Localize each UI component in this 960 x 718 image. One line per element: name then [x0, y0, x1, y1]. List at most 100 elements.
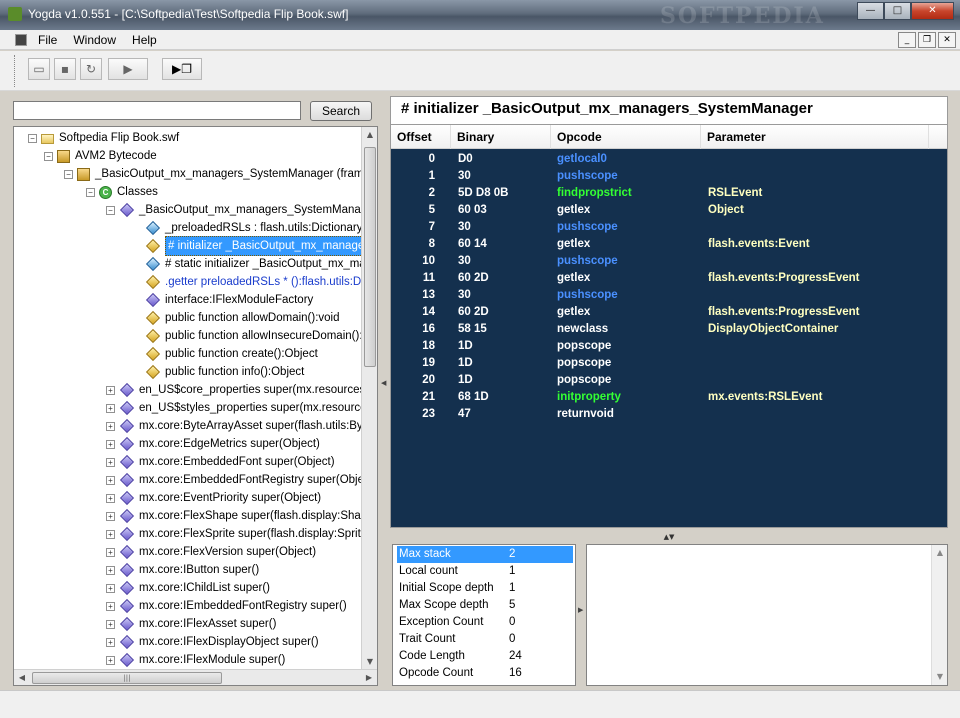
table-row[interactable]: 8 60 14 getlex flash.events:Event — [391, 236, 947, 253]
table-row[interactable]: 0 D0 getlocal0 — [391, 151, 947, 168]
collapse-icon[interactable]: − — [28, 133, 37, 143]
expand-icon[interactable]: + — [106, 457, 115, 467]
toolbar-grip[interactable] — [14, 55, 17, 87]
expand-icon[interactable]: + — [106, 493, 115, 503]
tree-row[interactable]: public function info():Object — [132, 363, 304, 381]
menu-file[interactable]: File — [38, 33, 65, 47]
expand-icon[interactable]: + — [106, 619, 115, 629]
mdi-restore-button[interactable]: ❐ — [918, 32, 936, 48]
tree-row[interactable]: public function allowInsecureDomain():vo… — [132, 327, 377, 345]
menu-help[interactable]: Help — [132, 33, 165, 47]
refresh-icon[interactable]: ↻ — [80, 58, 102, 80]
column-opcode[interactable]: Opcode — [551, 125, 701, 149]
expand-icon[interactable]: + — [106, 655, 115, 665]
property-row[interactable]: Max Scope depth 5 — [397, 597, 573, 614]
table-row[interactable]: 11 60 2D getlex flash.events:ProgressEvent — [391, 270, 947, 287]
table-row[interactable]: 21 68 1D initproperty mx.events:RSLEvent — [391, 389, 947, 406]
mdi-close-button[interactable]: ✕ — [938, 32, 956, 48]
scroll-down-icon[interactable]: ▼ — [932, 669, 948, 685]
table-row[interactable]: 1 30 pushscope — [391, 168, 947, 185]
open-folder-icon[interactable]: ▭ — [28, 58, 50, 80]
minimize-button[interactable]: — — [857, 2, 884, 20]
property-row[interactable]: Exception Count 0 — [397, 614, 573, 631]
tree-row[interactable]: + mx.core:IButton super() — [106, 561, 259, 579]
property-row[interactable]: Max stack 2 — [397, 546, 573, 563]
tree-row[interactable]: + mx.core:FlexVersion super(Object) — [106, 543, 316, 561]
scroll-up-icon[interactable]: ▲ — [932, 545, 948, 561]
property-row[interactable]: Code Length 24 — [397, 648, 573, 665]
expand-icon[interactable]: + — [106, 421, 115, 431]
search-button[interactable]: Search — [310, 101, 372, 121]
expand-icon[interactable]: + — [106, 529, 115, 539]
close-button[interactable]: ✕ — [911, 2, 954, 20]
tree-row[interactable]: + mx.core:IFlexAsset super() — [106, 615, 276, 633]
window-icon[interactable]: ▶❐ — [162, 58, 202, 80]
tree-row[interactable]: + mx.core:EmbeddedFont super(Object) — [106, 453, 335, 471]
tree-row[interactable]: + en_US$styles_properties super(mx.resour… — [106, 399, 377, 417]
tree-row[interactable]: interface:IFlexModuleFactory — [132, 291, 313, 309]
expand-icon[interactable]: + — [106, 565, 115, 575]
hscroll-thumb[interactable]: ||| — [32, 672, 222, 684]
tree-row[interactable]: − _BasicOutput_mx_managers_SystemManager … — [64, 165, 377, 183]
tree-row[interactable]: # initializer _BasicOutput_mx_managers_S… — [132, 236, 377, 256]
horizontal-splitter[interactable]: ▲▼ — [390, 532, 948, 542]
property-row[interactable]: Opcode Count 16 — [397, 665, 573, 682]
tree-row[interactable]: _preloadedRSLs : flash.utils:Dictionary; — [132, 219, 366, 237]
column-offset[interactable]: Offset — [391, 125, 451, 149]
menu-window[interactable]: Window — [73, 33, 124, 47]
search-input[interactable] — [13, 101, 301, 120]
scroll-up-icon[interactable]: ▲ — [362, 127, 377, 143]
tree-row[interactable]: public function create():Object — [132, 345, 318, 363]
tree-row[interactable]: − Softpedia Flip Book.swf — [28, 129, 179, 147]
splitter-arrow-icon[interactable]: ▶ — [578, 606, 583, 614]
collapse-icon[interactable]: − — [44, 151, 53, 161]
maximize-button[interactable]: □ — [884, 2, 911, 20]
scroll-left-icon[interactable]: ◀ — [14, 670, 30, 685]
tree-row[interactable]: + mx.core:IChildList super() — [106, 579, 270, 597]
table-row[interactable]: 18 1D popscope — [391, 338, 947, 355]
property-row[interactable]: Trait Count 0 — [397, 631, 573, 648]
mdi-child-icon[interactable] — [15, 34, 27, 46]
tree-row[interactable]: public function allowDomain():void — [132, 309, 340, 327]
save-icon[interactable]: ▪ — [54, 58, 76, 80]
table-row[interactable]: 23 47 returnvoid — [391, 406, 947, 423]
tree-row[interactable]: + mx.core:ByteArrayAsset super(flash.util… — [106, 417, 377, 435]
table-row[interactable]: 16 58 15 newclass DisplayObjectContainer — [391, 321, 947, 338]
mdi-minimize-button[interactable]: _ — [898, 32, 916, 48]
tree-row[interactable]: + mx.core:EdgeMetrics super(Object) — [106, 435, 320, 453]
tree-row[interactable]: + mx.core:IFlexModule super() — [106, 651, 285, 669]
scroll-thumb[interactable] — [364, 147, 376, 367]
expand-icon[interactable]: + — [106, 439, 115, 449]
expand-icon[interactable]: + — [106, 475, 115, 485]
tree-row[interactable]: + mx.core:FlexShape super(flash.display:S… — [106, 507, 377, 525]
expand-icon[interactable]: + — [106, 511, 115, 521]
expand-icon[interactable]: + — [106, 385, 115, 395]
play-icon[interactable]: ▶ — [108, 58, 148, 80]
table-row[interactable]: 13 30 pushscope — [391, 287, 947, 304]
expand-icon[interactable]: + — [106, 547, 115, 557]
table-row[interactable]: 19 1D popscope — [391, 355, 947, 372]
tree-row[interactable]: .getter preloadedRSLs * ():flash.utils:D… — [132, 273, 377, 291]
tree-row[interactable]: + mx.core:IEmbeddedFontRegistry super() — [106, 597, 347, 615]
property-row[interactable]: Local count 1 — [397, 563, 573, 580]
table-row[interactable]: 10 30 pushscope — [391, 253, 947, 270]
property-row[interactable]: Initial Scope depth 1 — [397, 580, 573, 597]
tree-row[interactable]: + mx.core:EmbeddedFontRegistry super(Obje… — [106, 471, 377, 489]
tree-horizontal-scrollbar[interactable]: ◀ ||| ▶ — [14, 669, 377, 685]
splitter-arrows-icon[interactable]: ◀ — [381, 379, 386, 387]
tree-row[interactable]: − AVM2 Bytecode — [44, 147, 157, 165]
table-row[interactable]: 7 30 pushscope — [391, 219, 947, 236]
expand-icon[interactable]: + — [106, 601, 115, 611]
column-parameter[interactable]: Parameter — [701, 125, 929, 149]
tree-row[interactable]: − _BasicOutput_mx_managers_SystemManager — [106, 201, 377, 219]
main-splitter[interactable]: ◀ — [380, 96, 388, 688]
collapse-icon[interactable]: − — [106, 205, 115, 215]
column-binary[interactable]: Binary — [451, 125, 551, 149]
scroll-down-icon[interactable]: ▼ — [362, 654, 377, 670]
tree-vertical-scrollbar[interactable]: ▲ ▼ — [361, 127, 377, 670]
tree-row[interactable]: + mx.core:FlexSprite super(flash.display:… — [106, 525, 371, 543]
properties-splitter[interactable]: ▶ — [577, 544, 585, 686]
scroll-right-icon[interactable]: ▶ — [361, 670, 377, 685]
table-row[interactable]: 20 1D popscope — [391, 372, 947, 389]
table-row[interactable]: 14 60 2D getlex flash.events:ProgressEvent — [391, 304, 947, 321]
